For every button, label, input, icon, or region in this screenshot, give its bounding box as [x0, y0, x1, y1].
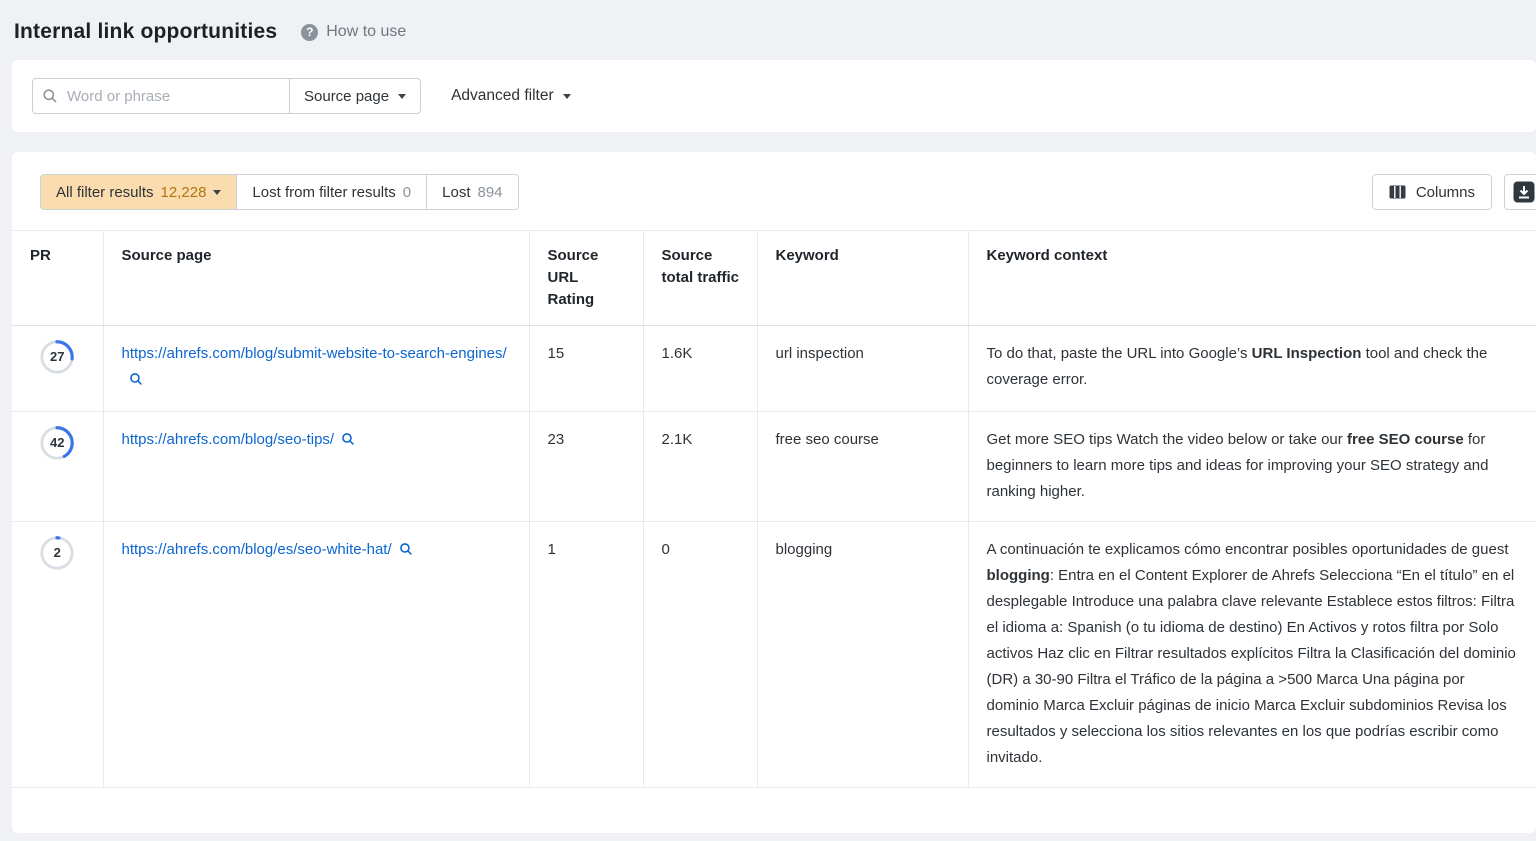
table-body: 27 https://ahrefs.com/blog/submit-websit… [12, 326, 1536, 788]
tab-label: All filter results [56, 184, 154, 201]
chevron-down-icon [398, 94, 406, 99]
search-input[interactable] [32, 78, 290, 114]
columns-button[interactable]: Columns [1372, 174, 1492, 210]
inspect-magnifier-icon[interactable] [399, 539, 413, 565]
inspect-magnifier-icon[interactable] [129, 369, 143, 395]
page-rating-value: 2 [38, 534, 76, 572]
page-rating-value: 27 [38, 338, 76, 376]
search-box: Source page [32, 78, 421, 114]
source-page-link[interactable]: https://ahrefs.com/blog/es/seo-white-hat… [122, 541, 392, 558]
tab-lost[interactable]: Lost 894 [426, 174, 518, 210]
table-row: 2 https://ahrefs.com/blog/es/seo-white-h… [12, 522, 1536, 788]
col-header-keyword: Keyword [757, 231, 968, 326]
source-page-link[interactable]: https://ahrefs.com/blog/submit-website-t… [122, 345, 507, 362]
keyword-context-text: Get more SEO tips Watch the video below … [987, 427, 1521, 505]
chevron-down-icon [563, 94, 571, 99]
columns-label: Columns [1416, 184, 1475, 201]
table-row: 27 https://ahrefs.com/blog/submit-websit… [12, 326, 1536, 412]
tab-lost-from-filter-results[interactable]: Lost from filter results 0 [236, 174, 427, 210]
keyword-context-text: A continuación te explicamos cómo encont… [987, 537, 1521, 771]
page-rating-value: 42 [38, 424, 76, 462]
page-header: Internal link opportunities ? How to use [0, 0, 1536, 60]
page-title: Internal link opportunities [14, 20, 277, 44]
source-page-link[interactable]: https://ahrefs.com/blog/seo-tips/ [122, 431, 335, 448]
advanced-filter-dropdown[interactable]: Advanced filter [451, 87, 571, 105]
col-header-keyword-context: Keyword context [968, 231, 1536, 326]
source-url-rating-value: 23 [548, 431, 565, 448]
advanced-filter-label: Advanced filter [451, 87, 554, 105]
tab-count: 0 [403, 184, 411, 201]
page-rating-badge: 27 [38, 338, 76, 376]
col-header-pr: PR [12, 231, 103, 326]
source-url-rating-value: 1 [548, 541, 556, 558]
tab-all-filter-results[interactable]: All filter results 12,228 [40, 174, 237, 210]
page-rating-badge: 42 [38, 424, 76, 462]
keyword-context-text: To do that, paste the URL into Google’s … [987, 341, 1521, 393]
table-header-row: PR Source page Source URL Rating Source … [12, 231, 1536, 326]
results-panel: All filter results 12,228 Lost from filt… [12, 152, 1536, 833]
table-row: 42 https://ahrefs.com/blog/seo-tips/ 23 … [12, 412, 1536, 522]
export-button[interactable] [1504, 174, 1536, 210]
keyword-value: blogging [776, 541, 833, 558]
col-header-source-page: Source page [103, 231, 529, 326]
keyword-value: url inspection [776, 345, 864, 362]
tab-count: 894 [478, 184, 503, 201]
question-icon: ? [301, 24, 318, 41]
opportunities-table: PR Source page Source URL Rating Source … [12, 230, 1536, 788]
filter-results-tabs: All filter results 12,228 Lost from filt… [40, 174, 519, 210]
how-to-use-link[interactable]: ? How to use [301, 23, 406, 41]
inspect-magnifier-icon[interactable] [341, 429, 355, 455]
filter-bar: Source page Advanced filter [12, 60, 1536, 132]
col-header-source-total-traffic: Source total traffic [643, 231, 757, 326]
results-toolbar: All filter results 12,228 Lost from filt… [12, 174, 1536, 230]
tab-count: 12,228 [161, 184, 207, 201]
page-rating-badge: 2 [38, 534, 76, 572]
columns-icon [1389, 185, 1406, 199]
tab-label: Lost [442, 184, 470, 201]
export-icon [1513, 181, 1535, 203]
tab-label: Lost from filter results [252, 184, 395, 201]
source-url-rating-value: 15 [548, 345, 565, 362]
source-total-traffic-value: 1.6K [662, 345, 693, 362]
col-header-source-url-rating: Source URL Rating [529, 231, 643, 326]
search-scope-dropdown[interactable]: Source page [289, 78, 421, 114]
source-total-traffic-value: 0 [662, 541, 670, 558]
keyword-value: free seo course [776, 431, 879, 448]
how-to-use-label: How to use [326, 23, 406, 41]
search-icon [42, 88, 58, 104]
search-scope-label: Source page [304, 88, 389, 105]
source-total-traffic-value: 2.1K [662, 431, 693, 448]
chevron-down-icon [213, 190, 221, 195]
